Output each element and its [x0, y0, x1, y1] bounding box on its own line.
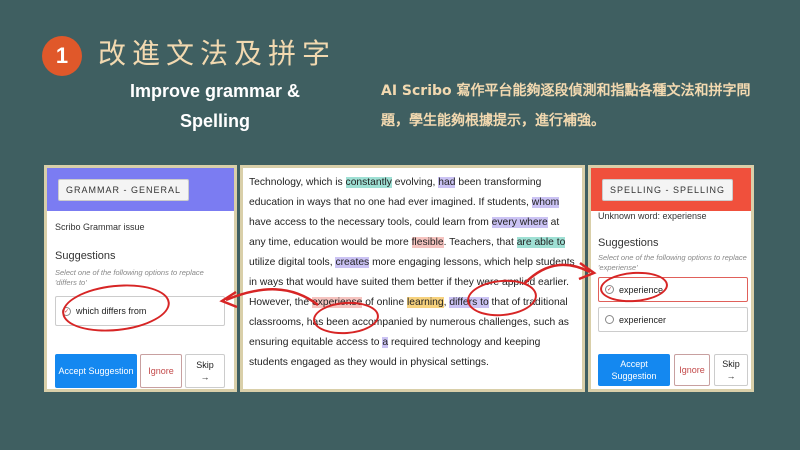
- annotation-arrows: [219, 261, 597, 309]
- arrow-to-grammar-panel: [225, 288, 319, 306]
- arrow-to-spelling-panel: [524, 263, 591, 284]
